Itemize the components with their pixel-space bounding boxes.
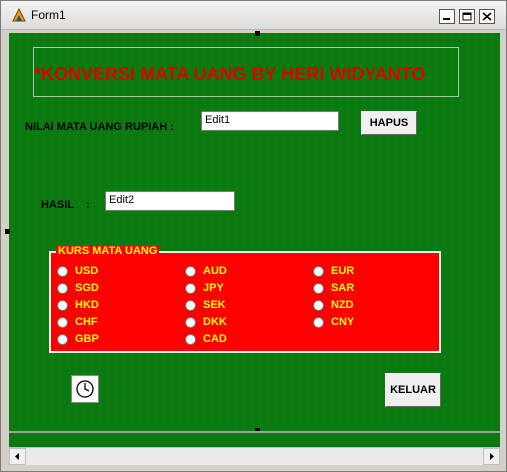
timer-component[interactable] [71,375,99,403]
maximize-icon [462,12,472,21]
resize-handle-top[interactable] [255,31,260,36]
form-window: Form1 *KONVERSI MATA UANG BY HERI WIDYAN… [0,0,507,472]
radio-button-icon [313,317,324,328]
app-heading: *KONVERSI MATA UANG BY HERI WIDYANTO [34,64,426,84]
maximize-button[interactable] [459,9,475,24]
kurs-group-title: KURS MATA UANG [56,245,160,257]
keluar-button[interactable]: KELUAR [385,373,441,407]
arrow-right-icon [490,453,494,460]
title-panel: *KONVERSI MATA UANG BY HERI WIDYANTO [33,47,459,97]
close-icon [482,12,492,21]
radio-button-icon [57,266,68,277]
radio-button-icon [185,266,196,277]
form-client-area: *KONVERSI MATA UANG BY HERI WIDYANTO NIL… [5,31,500,433]
radio-button-icon [185,317,196,328]
minimize-button[interactable] [439,9,455,24]
scroll-right-button[interactable] [483,448,500,465]
horizontal-scrollbar[interactable] [9,447,500,465]
status-strip [9,431,500,447]
window-title: Form1 [31,8,66,22]
radio-button-icon [57,300,68,311]
hapus-button[interactable]: HAPUS [361,111,417,135]
radio-button-icon [185,283,196,294]
minimize-icon [443,18,450,20]
radio-button-icon [185,300,196,311]
radio-button-icon [185,334,196,345]
radio-button-icon [57,334,68,345]
radio-button-icon [57,317,68,328]
title-bar[interactable]: Form1 [1,1,506,30]
radio-button-icon [313,300,324,311]
delphi-app-icon [12,7,26,22]
radio-button-icon [313,266,324,277]
radio-button-icon [313,283,324,294]
rupiah-label: NILAI MATA UANG RUPIAH : [25,121,174,133]
arrow-left-icon [15,453,19,460]
close-button[interactable] [479,9,495,24]
hasil-label: HASIL : [41,199,90,211]
scroll-left-button[interactable] [9,448,26,465]
kurs-group: KURS MATA UANG USD SGD HKD CHF GBP AUD J… [49,245,441,353]
rupiah-input[interactable]: Edit1 [201,111,339,131]
clock-icon [76,380,94,398]
hasil-output[interactable]: Edit2 [105,191,235,211]
resize-handle-left[interactable] [5,229,10,234]
radio-button-icon [57,283,68,294]
